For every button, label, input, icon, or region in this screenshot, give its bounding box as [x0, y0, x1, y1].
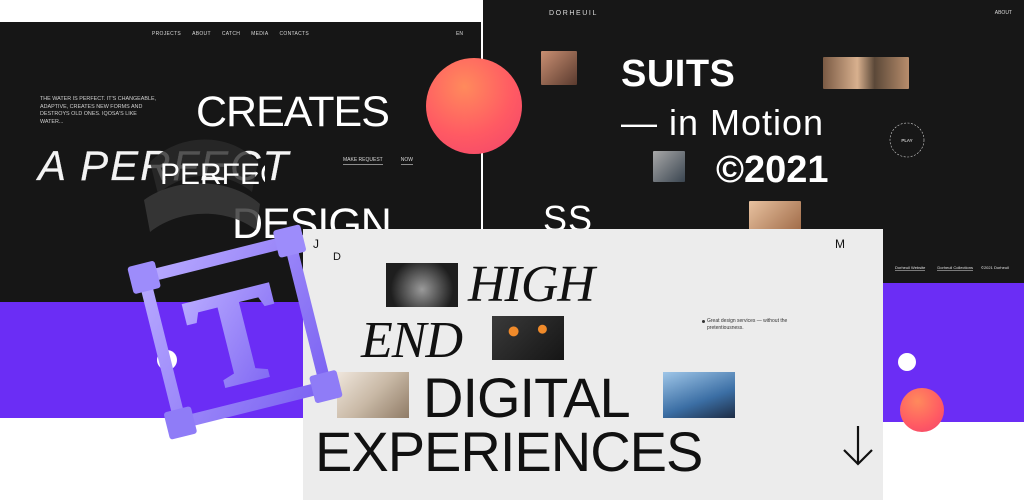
blurb-bullet [702, 320, 705, 323]
headline-year: ©2021 [716, 149, 829, 191]
cta-row: MAKE REQUEST NOW [343, 157, 413, 165]
nav-about[interactable]: ABOUT [192, 31, 211, 37]
play-ring-icon[interactable]: PLAY [887, 120, 927, 160]
portrait-thumbnail-woman[interactable] [541, 51, 577, 85]
about-link[interactable]: ABOUT [995, 10, 1012, 16]
footer-links: Dorheuil Website Dorheuil Collections [895, 265, 973, 271]
top-nav: PROJECTS ABOUT CATCH MEDIA CONTACTS [152, 31, 309, 37]
language-switch[interactable]: EN [456, 31, 463, 37]
headline-in-motion: — in Motion [621, 102, 825, 143]
image-sky-building[interactable] [663, 372, 735, 418]
make-request-link[interactable]: MAKE REQUEST [343, 157, 383, 165]
brand-logo[interactable]: DORHEUIL [549, 10, 598, 17]
headline-suits: SUITS [621, 53, 736, 95]
headline-experiences: EXPERIENCES [315, 420, 703, 483]
footer-link-collections[interactable]: Dorheuil Collections [937, 265, 973, 271]
nav-projects[interactable]: PROJECTS [152, 31, 181, 37]
white-dot-right [898, 353, 916, 371]
menu-letter-m[interactable]: M [835, 237, 845, 251]
screenshot-high-end-site: J D M HIGH END Great design services — w… [303, 229, 883, 500]
coral-orb-large [426, 58, 522, 154]
image-hand-xray[interactable] [386, 263, 458, 307]
portrait-thumbnail-man[interactable] [653, 151, 685, 182]
t-logo-icon [127, 224, 343, 440]
portrait-thumbnail-couple[interactable] [823, 57, 909, 89]
services-blurb: Great design services — without the pret… [707, 318, 788, 331]
copyright: ©2021 Dorheuil [981, 265, 1009, 270]
nav-media[interactable]: MEDIA [251, 31, 268, 37]
play-label: PLAY [901, 138, 912, 143]
nav-contacts[interactable]: CONTACTS [280, 31, 310, 37]
image-orange-figures[interactable] [492, 316, 564, 360]
arrow-down-icon[interactable] [840, 422, 876, 470]
headline-high: HIGH [468, 256, 595, 313]
footer-link-website[interactable]: Dorheuil Website [895, 265, 926, 271]
nav-catch[interactable]: CATCH [222, 31, 240, 37]
now-link[interactable]: NOW [400, 157, 413, 165]
portrait-thumbnail-smiling[interactable] [749, 201, 801, 231]
coral-orb-small [900, 388, 944, 432]
headline-end: END [361, 312, 463, 369]
ribbon-text: PERFECT [160, 158, 265, 191]
